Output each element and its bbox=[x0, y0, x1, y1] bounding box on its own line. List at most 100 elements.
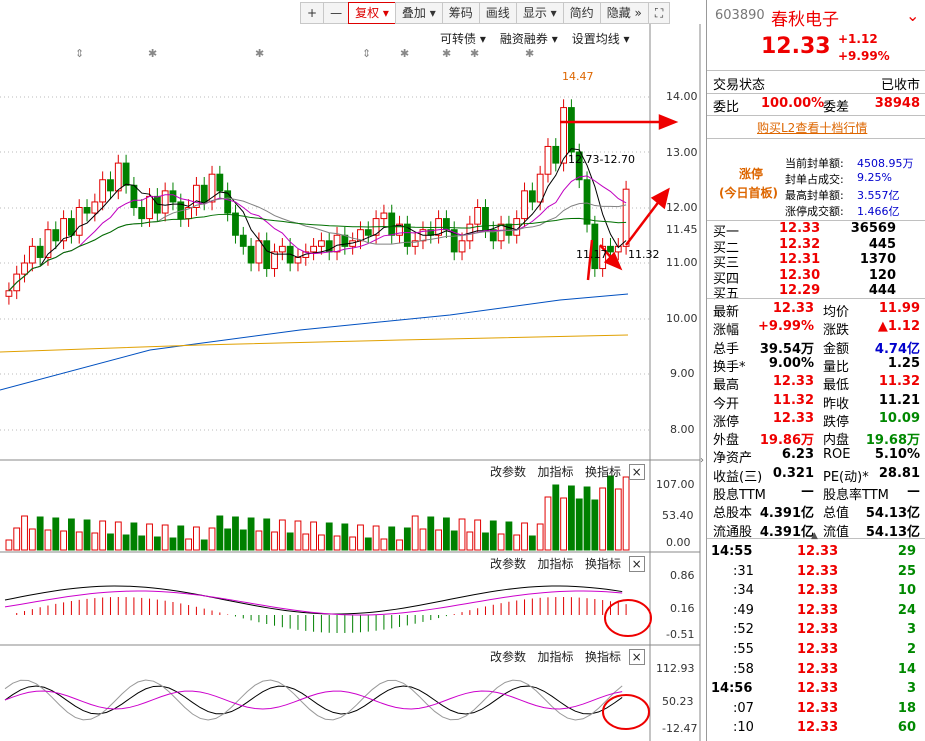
candle-body bbox=[380, 212, 388, 220]
ma-line bbox=[0, 334, 629, 353]
jia-zhibiao-button[interactable]: 加指标 bbox=[537, 465, 573, 479]
volume-bar bbox=[435, 529, 442, 551]
volume-bar bbox=[505, 521, 513, 551]
candle-body bbox=[294, 256, 302, 264]
high-label: 14.47 bbox=[562, 70, 594, 83]
volume-bar bbox=[271, 531, 278, 551]
candle-body bbox=[114, 162, 122, 192]
volume-bar bbox=[302, 533, 310, 551]
svg-text:✱: ✱ bbox=[442, 47, 451, 60]
stock-change: +1.12 bbox=[838, 32, 878, 46]
quote-row: 最新 12.33 均价 11.99 bbox=[713, 301, 920, 320]
volume-bar bbox=[232, 516, 239, 551]
candle-body bbox=[333, 234, 341, 253]
volume-bar bbox=[107, 533, 114, 551]
volume-bar bbox=[161, 524, 169, 551]
tick-row: 14:55 12.33 29 bbox=[711, 544, 916, 559]
candle-body bbox=[544, 145, 552, 175]
svg-text:⇕: ⇕ bbox=[75, 47, 84, 60]
axis-tick: 14.00 bbox=[666, 90, 698, 103]
candle-body bbox=[622, 188, 630, 247]
volume-bar bbox=[607, 475, 614, 551]
volume-bar bbox=[427, 516, 435, 551]
candle-body bbox=[91, 201, 99, 214]
l2-link[interactable]: 购买L2查看十档行情 bbox=[757, 119, 867, 136]
volume-bar bbox=[341, 523, 349, 551]
kline-chart[interactable]: ⇕ ✱ ✱ ⇕ ✱ ✱ ✱ ✱ bbox=[0, 0, 705, 741]
volume-bar bbox=[357, 524, 364, 551]
candle-body bbox=[68, 218, 75, 236]
volume-bar bbox=[60, 530, 67, 551]
volume-bar bbox=[216, 515, 224, 551]
volume-bar bbox=[403, 527, 411, 551]
candle-body bbox=[552, 145, 560, 164]
quote-row: 今开 11.32 昨收 11.21 bbox=[713, 392, 920, 412]
volume-bar bbox=[263, 518, 271, 551]
candle-body bbox=[607, 245, 614, 253]
gai-canshu-button[interactable]: 改参数 bbox=[490, 650, 526, 664]
svg-text:✱: ✱ bbox=[470, 47, 479, 60]
quote-row: 总股本 4.391亿 总值 54.13亿 bbox=[713, 506, 920, 522]
svg-text:✱: ✱ bbox=[148, 47, 157, 60]
collapse-up-icon[interactable]: ▲ bbox=[811, 531, 818, 541]
close-icon[interactable]: × bbox=[628, 649, 645, 665]
volume-bar bbox=[489, 520, 497, 551]
chevron-down-icon[interactable]: ⌄ bbox=[906, 6, 919, 25]
volume-bar bbox=[458, 518, 466, 551]
svg-text:✱: ✱ bbox=[400, 47, 409, 60]
candle-body bbox=[591, 223, 599, 270]
candle-body bbox=[458, 240, 466, 253]
kdj-axis-top: 112.93 bbox=[656, 662, 695, 675]
volume-bar bbox=[208, 527, 216, 551]
low-label: 11.17 bbox=[576, 248, 608, 261]
volume-bar bbox=[239, 529, 247, 551]
huan-zhibiao-button[interactable]: 换指标 bbox=[585, 650, 621, 664]
vol-axis-mid: 53.40 bbox=[662, 509, 694, 522]
status-row: 交易状态 已收市 bbox=[713, 78, 920, 93]
close-icon[interactable]: × bbox=[628, 556, 645, 572]
volume-bar bbox=[443, 517, 450, 551]
candle-body bbox=[200, 184, 208, 203]
jia-zhibiao-button[interactable]: 加指标 bbox=[537, 650, 573, 664]
macd-dif-line bbox=[4, 585, 623, 615]
axis-tick: 11.45 bbox=[666, 223, 698, 236]
candle-body bbox=[505, 223, 513, 236]
volume-bar bbox=[536, 523, 544, 551]
kdj-k-line bbox=[4, 685, 623, 715]
volume-bar bbox=[474, 519, 482, 551]
jia-zhibiao-button[interactable]: 加指标 bbox=[537, 557, 573, 571]
tick-row: :31 12.33 25 bbox=[733, 563, 916, 579]
candle-body bbox=[44, 229, 52, 258]
weibi-row: 委比 100.00% 委差 38948 bbox=[713, 96, 920, 115]
candle-body bbox=[107, 179, 114, 192]
close-icon[interactable]: × bbox=[628, 464, 645, 480]
candle-body bbox=[161, 190, 169, 214]
volume-bar bbox=[575, 498, 583, 551]
tick-row: :10 12.33 60 bbox=[733, 720, 916, 736]
gai-canshu-button[interactable]: 改参数 bbox=[490, 465, 526, 479]
volume-bar bbox=[310, 521, 317, 551]
macd-axis-bottom: -0.51 bbox=[666, 628, 695, 641]
volume-bar bbox=[91, 532, 99, 551]
collapse-handle-icon[interactable]: › bbox=[700, 455, 704, 466]
huan-zhibiao-button[interactable]: 换指标 bbox=[585, 557, 621, 571]
bid-row: 买五 12.29 444 bbox=[713, 283, 896, 302]
volume-bar bbox=[614, 488, 622, 551]
huan-zhibiao-button[interactable]: 换指标 bbox=[585, 465, 621, 479]
vol-axis-bottom: 0.00 bbox=[666, 536, 691, 549]
candle-body bbox=[560, 107, 567, 164]
candle-body bbox=[318, 240, 325, 247]
axis-tick: 8.00 bbox=[670, 423, 695, 436]
tick-row: :58 12.33 14 bbox=[733, 661, 916, 677]
quote-panel: 603890 春秋电子 ⌄ 12.33 +1.12 +9.99% 交易状态 已收市… bbox=[706, 0, 925, 741]
volume-bar bbox=[122, 534, 130, 551]
volume-bar bbox=[411, 515, 419, 551]
zt-title: 涨停 bbox=[739, 167, 764, 181]
tick-row: :52 12.33 3 bbox=[733, 622, 916, 638]
axis-tick: 9.00 bbox=[670, 367, 695, 380]
gai-canshu-button[interactable]: 改参数 bbox=[490, 557, 526, 571]
volume-bar bbox=[193, 526, 200, 551]
volume-bar bbox=[146, 523, 153, 551]
macd-axis-mid: 0.16 bbox=[670, 602, 695, 615]
candle-body bbox=[536, 173, 544, 203]
